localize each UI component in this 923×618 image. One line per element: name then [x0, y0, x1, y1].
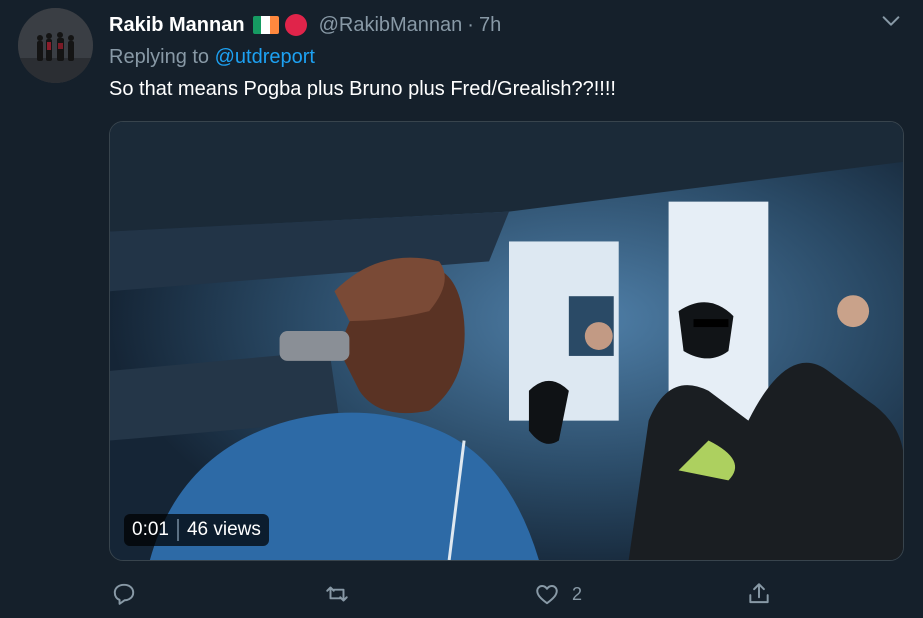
- chevron-down-icon[interactable]: [880, 10, 902, 32]
- replying-to: Replying to @utdreport: [109, 46, 315, 69]
- like-count: 2: [572, 583, 583, 604]
- badge-divider: [176, 519, 179, 541]
- red-circle-icon: [284, 14, 307, 36]
- author-name[interactable]: Rakib Mannan: [109, 14, 245, 37]
- tweet-text: So that means Pogba plus Bruno plus Fred…: [109, 78, 616, 100]
- avatar[interactable]: [18, 8, 93, 83]
- ireland-flag-icon: [252, 16, 279, 34]
- video-stats-badge: 0:01 46 views: [124, 514, 269, 546]
- tweet-actions: 2: [109, 578, 809, 610]
- reply-button[interactable]: [111, 578, 137, 610]
- reply-icon: [113, 583, 135, 605]
- retweet-icon: [326, 586, 348, 602]
- reply-mention-link[interactable]: @utdreport: [215, 46, 315, 68]
- video-duration: 0:01: [132, 519, 169, 540]
- timestamp[interactable]: 7h: [479, 14, 501, 37]
- share-button[interactable]: [746, 578, 772, 610]
- author-handle[interactable]: @RakibMannan: [319, 14, 463, 37]
- tweet-header: Rakib Mannan @RakibMannan · 7h: [109, 12, 501, 38]
- video-player[interactable]: [109, 121, 904, 561]
- separator-dot: ·: [467, 13, 474, 36]
- replying-prefix: Replying to: [109, 46, 210, 68]
- video-views: 46 views: [186, 519, 261, 540]
- share-icon: [749, 583, 769, 604]
- retweet-button[interactable]: [324, 578, 350, 610]
- like-button[interactable]: 2: [534, 578, 582, 610]
- heart-icon: [536, 585, 558, 605]
